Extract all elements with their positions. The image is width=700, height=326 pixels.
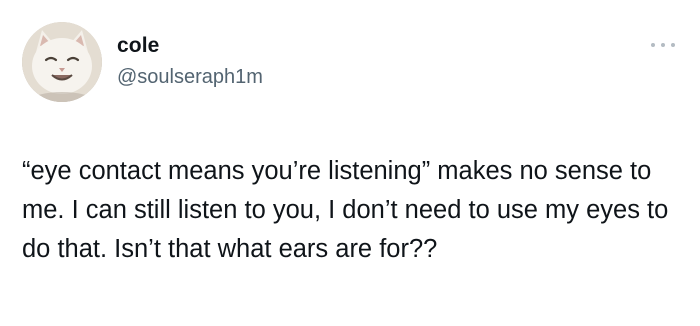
more-dot [671,43,675,47]
tweet-text: “eye contact means you’re listening” mak… [22,157,669,263]
avatar[interactable] [22,22,102,102]
more-dot [661,43,665,47]
user-handle[interactable]: @soulseraph1m [117,66,263,89]
more-options-icon[interactable] [648,36,678,54]
display-name[interactable]: cole [117,34,159,58]
more-dot [651,43,655,47]
tweet-card: cole @soulseraph1m “eye contact means yo… [0,0,700,326]
cat-avatar-icon [22,22,102,102]
